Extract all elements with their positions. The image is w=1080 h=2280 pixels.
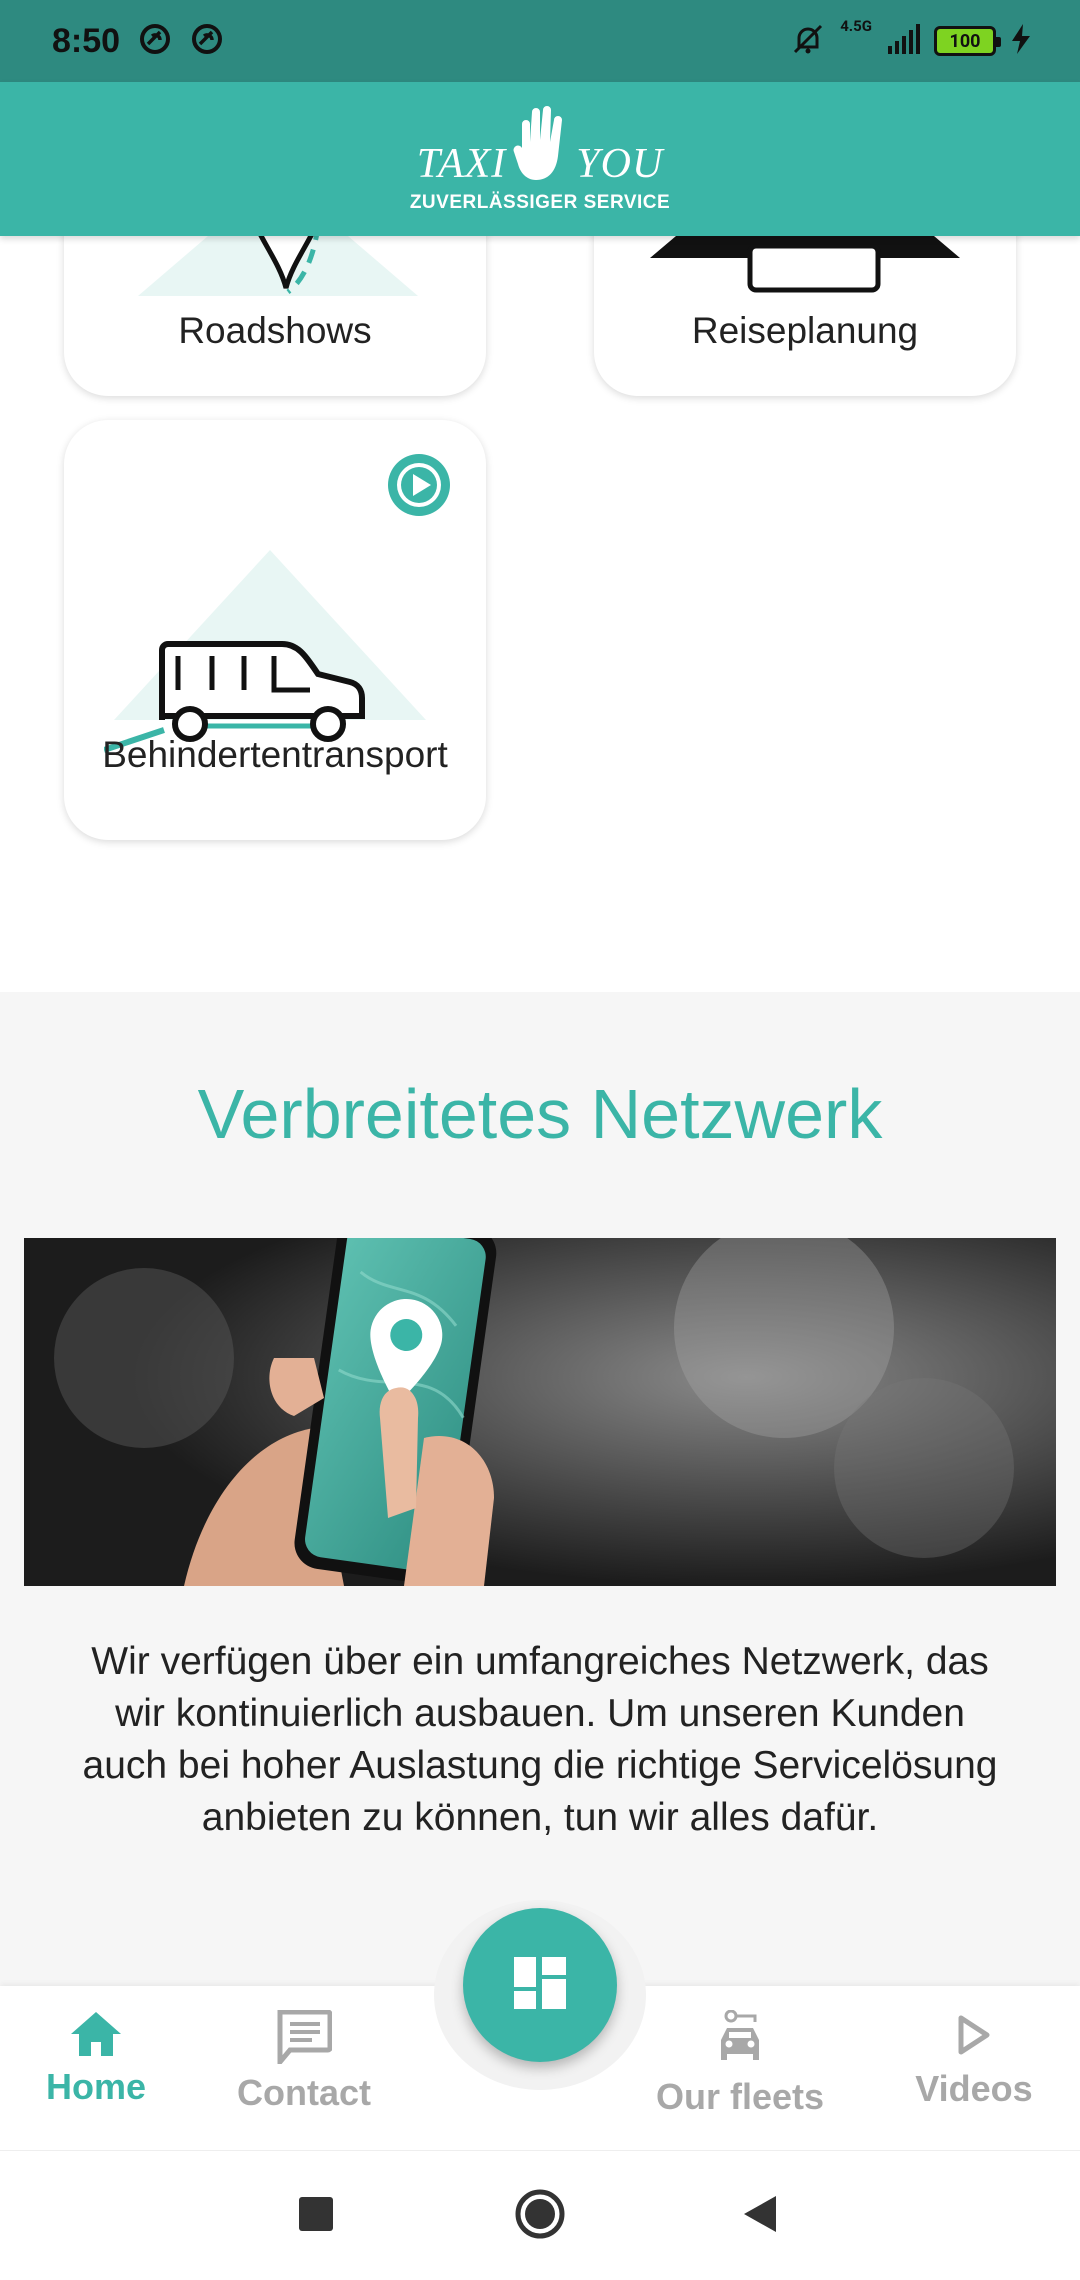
section-text: Wir verfügen über ein umfangreiches Netz… xyxy=(82,1640,998,1839)
network-type: 4.5G xyxy=(840,17,872,35)
service-label: Roadshows xyxy=(178,310,372,351)
network-hero-image xyxy=(24,1238,1056,1586)
message-icon xyxy=(276,2009,333,2069)
nav-label: Videos xyxy=(915,2068,1033,2109)
status-time: 8:50 xyxy=(52,21,121,60)
hand-icon xyxy=(512,104,570,188)
screen: 8:50 4.5G 100 TAXI YOU ZUVERLÄSSIGER SER… xyxy=(0,0,1080,2280)
service-label: Reiseplanung xyxy=(691,310,919,351)
service-label: Behindertentransport xyxy=(102,734,448,775)
location-pin-icon xyxy=(118,236,438,300)
nav-home[interactable]: Home xyxy=(0,2010,196,2108)
app-header: TAXI YOU ZUVERLÄSSIGER SERVICE xyxy=(0,82,1080,236)
service-card-roadshows[interactable]: Roadshows xyxy=(64,236,486,396)
nav-label: Home xyxy=(45,2066,147,2107)
dnd-icon xyxy=(190,22,224,60)
status-right: 4.5G 100 xyxy=(790,17,1032,61)
nav-our-fleets[interactable]: Our fleets xyxy=(640,2009,840,2118)
signal-icon xyxy=(886,24,920,58)
charging-icon xyxy=(1010,24,1032,58)
nav-label: Our fleets xyxy=(655,2076,825,2117)
battery-icon: 100 xyxy=(934,26,1001,56)
back-system-button[interactable] xyxy=(700,2151,820,2280)
home-icon xyxy=(69,2010,123,2062)
home-circle-icon xyxy=(514,2188,566,2244)
logo[interactable]: TAXI YOU xyxy=(417,104,664,188)
logo-word-right: YOU xyxy=(576,141,664,187)
service-card-reiseplanung[interactable]: Reiseplanung xyxy=(594,236,1016,396)
logo-word-left: TAXI xyxy=(416,141,507,187)
home-system-button[interactable] xyxy=(480,2151,600,2280)
nav-contact[interactable]: Contact xyxy=(204,2009,404,2114)
logo-tagline: ZUVERLÄSSIGER SERVICE xyxy=(409,192,671,213)
dnd-icon xyxy=(138,22,172,60)
recent-apps-icon xyxy=(299,2197,333,2235)
service-card-behindertentransport[interactable]: Behindertentransport xyxy=(64,420,486,840)
dashboard-fab-button[interactable] xyxy=(463,1908,617,2062)
travel-icon xyxy=(650,236,960,300)
system-nav-bar xyxy=(0,2150,1080,2280)
nav-label: Contact xyxy=(237,2072,371,2113)
section-title: Verbreitetes Netzwerk xyxy=(197,1075,883,1153)
recent-apps-button[interactable] xyxy=(256,2151,376,2280)
play-outline-icon xyxy=(951,2010,997,2064)
play-icon[interactable] xyxy=(386,452,452,522)
back-icon xyxy=(742,2194,778,2238)
status-bar: 8:50 4.5G 100 xyxy=(0,0,1080,82)
status-left: 8:50 xyxy=(52,22,224,61)
bell-off-icon xyxy=(790,21,826,61)
nav-videos[interactable]: Videos xyxy=(874,2010,1074,2110)
van-icon xyxy=(103,550,444,764)
dashboard-icon xyxy=(514,1957,566,2013)
content: Roadshows Reiseplanung Behindertentransp… xyxy=(0,236,1080,1986)
car-icon xyxy=(715,2009,765,2072)
